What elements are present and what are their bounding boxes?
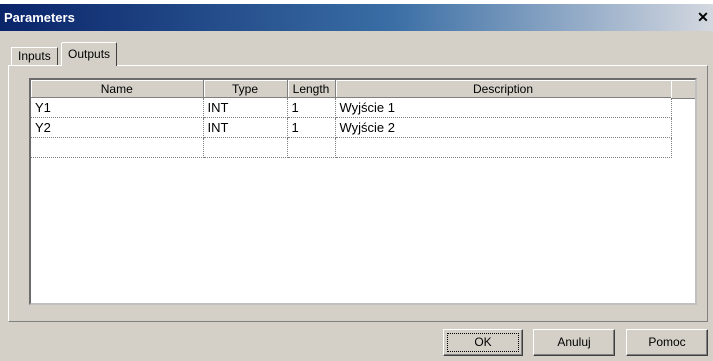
table-row[interactable]: Y1 INT 1 Wyjście 1 bbox=[31, 97, 672, 118]
cell-description[interactable]: Wyjście 1 bbox=[335, 97, 672, 118]
column-header-length[interactable]: Length bbox=[287, 80, 336, 98]
parameters-table: Name Type Length Description Y1 INT 1 Wy… bbox=[31, 80, 672, 158]
help-button-label: Pomoc bbox=[648, 335, 686, 349]
cancel-button-label: Anuluj bbox=[557, 335, 591, 349]
focus-rectangle bbox=[447, 333, 519, 352]
cell-length[interactable]: 1 bbox=[287, 97, 336, 118]
cell-type[interactable] bbox=[203, 137, 288, 158]
outputs-panel: Name Type Length Description Y1 INT 1 Wy… bbox=[8, 65, 708, 322]
title-bar[interactable]: Parameters ✕ bbox=[0, 4, 713, 31]
cell-name[interactable] bbox=[31, 137, 204, 158]
cancel-button[interactable]: Anuluj bbox=[533, 329, 615, 356]
tab-inputs[interactable]: Inputs bbox=[11, 47, 58, 65]
cell-description[interactable]: Wyjście 2 bbox=[335, 117, 672, 138]
column-header-name[interactable]: Name bbox=[31, 80, 204, 98]
column-header-type[interactable]: Type bbox=[203, 80, 288, 98]
table-row[interactable] bbox=[31, 137, 672, 158]
tab-strip: Inputs Outputs bbox=[8, 42, 608, 66]
cell-type[interactable]: INT bbox=[203, 117, 288, 138]
tab-outputs[interactable]: Outputs bbox=[61, 42, 118, 66]
parameters-dialog: Parameters ✕ Inputs Outputs Name Type Le… bbox=[0, 4, 713, 361]
column-header-description[interactable]: Description bbox=[335, 80, 672, 98]
cell-length[interactable]: 1 bbox=[287, 117, 336, 138]
header-row: Name Type Length Description bbox=[31, 80, 672, 98]
cell-name[interactable]: Y2 bbox=[31, 117, 204, 138]
ok-button[interactable]: OK bbox=[443, 329, 523, 356]
cell-name[interactable]: Y1 bbox=[31, 97, 204, 118]
header-filler bbox=[671, 80, 695, 99]
cell-description[interactable] bbox=[335, 137, 672, 158]
table-row[interactable]: Y2 INT 1 Wyjście 2 bbox=[31, 117, 672, 138]
window-title: Parameters bbox=[4, 10, 75, 25]
help-button[interactable]: Pomoc bbox=[626, 329, 708, 356]
close-icon[interactable]: ✕ bbox=[695, 9, 711, 25]
cell-length[interactable] bbox=[287, 137, 336, 158]
parameters-grid[interactable]: Name Type Length Description Y1 INT 1 Wy… bbox=[29, 78, 697, 305]
cell-type[interactable]: INT bbox=[203, 97, 288, 118]
